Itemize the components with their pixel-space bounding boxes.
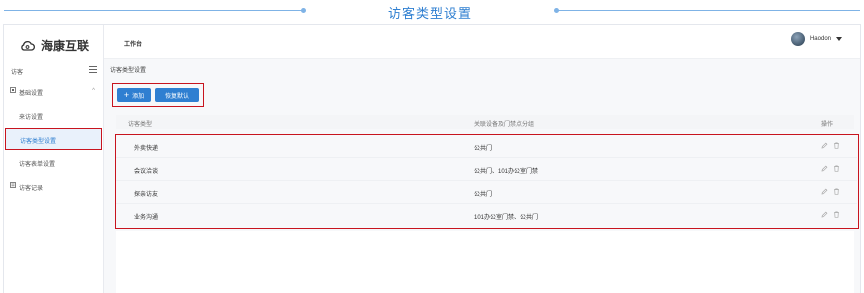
edit-icon[interactable]	[821, 165, 828, 172]
group-cell: 101办公室门禁、公共门	[474, 215, 539, 221]
delete-icon[interactable]	[833, 165, 840, 172]
sidebar-item-label: 访客表单设置	[19, 162, 56, 168]
menu-collapse-icon[interactable]	[89, 66, 97, 73]
table-empty-area	[116, 231, 854, 293]
row-actions	[821, 142, 840, 149]
logo-text: 海康互联	[41, 38, 90, 53]
banner: 访客类型设置	[0, 0, 864, 22]
sidebar-item-label: 来访设置	[19, 115, 44, 121]
page-title: 访客类型设置	[110, 68, 147, 74]
table-body: 外卖快递 公共门 会议洽谈 公共门、101办公室门禁 探亲访友 公共门 业务沟通…	[115, 134, 859, 229]
row-actions	[821, 188, 840, 195]
user-name[interactable]: Haodon	[810, 36, 831, 42]
delete-icon[interactable]	[833, 211, 840, 218]
logo: 海康互联	[20, 37, 89, 53]
group-cell: 公共门	[474, 146, 493, 152]
group-cell: 公共门	[474, 192, 493, 198]
banner-title: 访客类型设置	[387, 6, 472, 21]
app-window: 海康互联 访客 基础设置 ^ 来访设置 访客类型设置 访客表单设置 访客记录 工…	[3, 24, 861, 293]
add-button-label: 添加	[132, 93, 145, 100]
banner-line-right	[554, 8, 860, 13]
avatar[interactable]	[790, 32, 805, 46]
sidebar-item-basic-settings[interactable]: 基础设置 ^	[4, 81, 103, 101]
visitor-type-cell: 业务沟通	[134, 215, 159, 221]
sidebar: 海康互联 访客 基础设置 ^ 来访设置 访客类型设置 访客表单设置 访客记录	[4, 25, 104, 293]
sidebar-item-visit-settings[interactable]: 来访设置	[4, 105, 103, 125]
plus-icon: +	[123, 89, 130, 100]
sidebar-item-label: 访客类型设置	[20, 139, 57, 145]
edit-icon[interactable]	[821, 142, 828, 149]
main-content: 访客类型设置 + 添加 恢复默认 访客类型 关联设备及门禁点分组 操作 外卖快递…	[104, 59, 860, 293]
table-row: 业务沟通 101办公室门禁、公共门	[116, 204, 857, 227]
breadcrumb[interactable]: 工作台	[124, 39, 142, 48]
table-row: 探亲访友 公共门	[116, 181, 857, 204]
group-cell: 公共门、101办公室门禁	[474, 169, 539, 175]
visitor-type-cell: 探亲访友	[134, 192, 159, 198]
delete-icon[interactable]	[833, 142, 840, 149]
banner-line-left	[4, 8, 306, 13]
sidebar-item-visitor-type-settings[interactable]: 访客类型设置	[5, 128, 102, 150]
reset-button-label: 恢复默认	[164, 93, 189, 100]
sidebar-item-visitor-records[interactable]: 访客记录	[4, 176, 103, 196]
edit-icon[interactable]	[821, 211, 828, 218]
top-bar: 工作台 Haodon	[104, 25, 860, 59]
settings-icon	[10, 87, 16, 93]
table-header: 访客类型 关联设备及门禁点分组 操作	[116, 115, 854, 129]
column-header-group: 关联设备及门禁点分组	[474, 122, 535, 128]
edit-icon[interactable]	[821, 188, 828, 195]
record-icon	[10, 182, 16, 188]
sidebar-item-label: 基础设置	[19, 91, 44, 97]
sidebar-section-label: 访客	[11, 70, 24, 76]
row-actions	[821, 165, 840, 172]
column-header-actions: 操作	[821, 122, 834, 128]
action-buttons: + 添加 恢复默认	[112, 83, 204, 107]
table-row: 外卖快递 公共门	[116, 135, 857, 158]
chevron-up-icon: ^	[92, 88, 95, 94]
delete-icon[interactable]	[833, 188, 840, 195]
sidebar-item-label: 访客记录	[19, 186, 44, 192]
user-menu[interactable]: Haodon	[790, 32, 842, 46]
sidebar-section-header: 访客	[4, 61, 103, 79]
table-row: 会议洽谈 公共门、101办公室门禁	[116, 158, 857, 181]
visitor-type-cell: 外卖快递	[134, 146, 159, 152]
sidebar-item-visitor-form-settings[interactable]: 访客表单设置	[4, 152, 103, 172]
reset-default-button[interactable]: 恢复默认	[155, 88, 199, 102]
caret-down-icon[interactable]	[836, 37, 842, 41]
visitor-type-cell: 会议洽谈	[134, 169, 159, 175]
add-button[interactable]: + 添加	[117, 88, 151, 102]
column-header-type: 访客类型	[128, 122, 153, 128]
row-actions	[821, 211, 840, 218]
cloud-logo-icon	[21, 40, 35, 51]
